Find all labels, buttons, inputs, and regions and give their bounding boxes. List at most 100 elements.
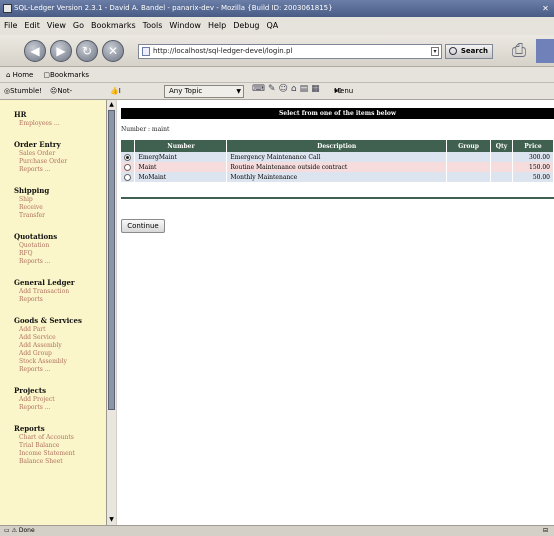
sidebar-section-general-ledger: General Ledger Add Transaction Reports xyxy=(14,278,106,304)
menu-bookmarks[interactable]: Bookmarks xyxy=(91,17,136,35)
topic-dropdown-icon: ▼ xyxy=(236,88,241,95)
topic-select[interactable]: Any Topic ▼ xyxy=(164,85,244,98)
sidebar-scrollbar[interactable]: ▲ ▼ xyxy=(106,100,116,525)
cell-group xyxy=(446,172,491,182)
sidebar-item-quotation-reports[interactable]: Reports ... xyxy=(14,258,106,266)
like-button[interactable]: 👍 I like it! xyxy=(110,83,131,129)
sidebar-section-title: Goods & Services xyxy=(14,316,82,325)
sidebar-section-title: Shipping xyxy=(14,186,50,195)
stop-icon[interactable]: ✕ xyxy=(102,40,124,62)
sidebar-item-income-statement[interactable]: Income Statement xyxy=(14,450,106,458)
url-dropdown-icon[interactable]: ▾ xyxy=(431,47,439,56)
bookmarks-label: Bookmarks xyxy=(49,71,90,79)
scroll-up-icon[interactable]: ▲ xyxy=(107,100,116,110)
sidebar-item-quotation[interactable]: Quotation xyxy=(14,242,106,250)
cell-price: 300.00 xyxy=(512,152,554,162)
window-close-icon[interactable]: ✕ xyxy=(540,3,551,14)
status-text: Done xyxy=(18,527,35,534)
table-row[interactable]: Maint Routine Maintenance outside contra… xyxy=(121,162,554,172)
row-radio-selected[interactable] xyxy=(124,153,131,161)
stumble-tool-icons[interactable]: ⌨✎☺⌂▤▦ xyxy=(252,83,323,96)
sidebar-item-employees[interactable]: Employees ... xyxy=(14,120,106,128)
status-icons: ▭ ⚠ xyxy=(4,527,19,534)
menu-tools[interactable]: Tools xyxy=(143,17,163,35)
forward-icon[interactable]: ▶ xyxy=(50,40,72,62)
sidebar-item-rfq[interactable]: RFQ xyxy=(14,250,106,258)
stumble-button[interactable]: ◎ Stumble! xyxy=(4,83,42,100)
menu-debug[interactable]: Debug xyxy=(233,17,259,35)
sidebar-item-chart-of-accounts[interactable]: Chart of Accounts xyxy=(14,434,106,442)
sidebar-item-stock-assembly[interactable]: Stock Assembly xyxy=(14,358,106,366)
sidebar-item-purchase-order[interactable]: Purchase Order xyxy=(14,158,106,166)
url-bar[interactable]: http://localhost/sql-ledger-devel/login.… xyxy=(138,44,442,59)
sidebar-section-title: Projects xyxy=(14,386,47,395)
row-radio[interactable] xyxy=(124,173,131,181)
home-bookmark[interactable]: ⌂ Home xyxy=(6,67,33,82)
page-icon xyxy=(142,47,150,56)
row-radio-cell[interactable] xyxy=(121,162,136,172)
sidebar-item-order-reports[interactable]: Reports ... xyxy=(14,166,106,174)
sidebar-item-ship[interactable]: Ship xyxy=(14,196,106,204)
sidebar-item-add-assembly[interactable]: Add Assembly xyxy=(14,342,106,350)
sidebar-item-add-service[interactable]: Add Service xyxy=(14,334,106,342)
sidebar-section-reports: Reports Chart of Accounts Trial Balance … xyxy=(14,424,106,466)
bookmarks-toolbar: ⌂ Home ▢Bookmarks xyxy=(0,67,554,83)
sidebar-section-title: Order Entry xyxy=(14,140,61,149)
cell-group xyxy=(446,152,491,162)
sidebar-item-sales-order[interactable]: Sales Order xyxy=(14,150,106,158)
reload-icon[interactable]: ↻ xyxy=(76,40,98,62)
menu-window[interactable]: Window xyxy=(169,17,201,35)
column-header-group: Group xyxy=(446,140,491,152)
menu-count: 0 xyxy=(337,87,342,95)
table-header-row: Number Description Group Qty Price xyxy=(121,140,554,152)
sidebar-section-title: Reports xyxy=(14,424,45,433)
window-menu-icon[interactable] xyxy=(3,4,12,13)
sidebar-item-add-part[interactable]: Add Part xyxy=(14,326,106,334)
table-row[interactable]: EmergMaint Emergency Maintenance Call 30… xyxy=(121,152,554,162)
sidebar-item-gl-reports[interactable]: Reports xyxy=(14,296,106,304)
table-row[interactable]: MoMaint Monthly Maintenance 50.00 xyxy=(121,172,554,182)
sidebar-item-add-project[interactable]: Add Project xyxy=(14,396,106,404)
back-icon[interactable]: ◀ xyxy=(24,40,46,62)
sidebar-item-add-group[interactable]: Add Group xyxy=(14,350,106,358)
row-radio-cell[interactable] xyxy=(121,152,136,162)
sidebar-section-order-entry: Order Entry Sales Order Purchase Order R… xyxy=(14,140,106,174)
menu-button[interactable]: Menu ▾ 0 xyxy=(334,83,353,100)
sidebar-item-goods-reports[interactable]: Reports ... xyxy=(14,366,106,374)
page-heading: Select from one of the items below xyxy=(121,108,554,119)
sidebar-item-project-reports[interactable]: Reports ... xyxy=(14,404,106,412)
cell-price: 150.00 xyxy=(512,162,554,172)
menu-edit[interactable]: Edit xyxy=(24,17,40,35)
sidebar-section-shipping: Shipping Ship Receive Transfer xyxy=(14,186,106,220)
menu-qa[interactable]: QA xyxy=(267,17,279,35)
row-radio-cell[interactable] xyxy=(121,172,136,182)
not-for-me-button[interactable]: ☹ Not-for-me xyxy=(50,83,72,129)
throbber-icon xyxy=(536,39,554,63)
search-icon xyxy=(449,47,457,55)
print-icon[interactable]: ⎙ xyxy=(506,39,532,63)
menu-help[interactable]: Help xyxy=(208,17,226,35)
menu-file[interactable]: File xyxy=(4,17,17,35)
stumbleupon-toolbar: ◎ Stumble! ☹ Not-for-me 👍 I like it! Any… xyxy=(0,83,554,129)
sidebar-item-trial-balance[interactable]: Trial Balance xyxy=(14,442,106,450)
sidebar-item-add-transaction[interactable]: Add Transaction xyxy=(14,288,106,296)
scrollbar-thumb[interactable] xyxy=(108,110,115,410)
scroll-down-icon[interactable]: ▼ xyxy=(107,515,116,525)
menu-go[interactable]: Go xyxy=(73,17,84,35)
status-security-icon: ⊟ xyxy=(542,527,548,534)
sidebar-item-receive[interactable]: Receive xyxy=(14,204,106,212)
cell-price: 50.00 xyxy=(512,172,554,182)
cell-description: Emergency Maintenance Call xyxy=(226,152,448,162)
menu-view[interactable]: View xyxy=(47,17,66,35)
continue-button[interactable]: Continue xyxy=(121,219,165,233)
sidebar-item-transfer[interactable]: Transfer xyxy=(14,212,106,220)
column-header-qty: Qty xyxy=(490,140,513,152)
sidebar-item-balance-sheet[interactable]: Balance Sheet xyxy=(14,458,106,466)
row-radio[interactable] xyxy=(124,163,131,171)
sidebar-section-title: Quotations xyxy=(14,232,58,241)
bookmarks-bookmark[interactable]: ▢Bookmarks xyxy=(43,67,89,82)
search-button[interactable]: Search xyxy=(445,44,493,59)
main-content: Select from one of the items below Numbe… xyxy=(117,100,554,525)
menubar: File Edit View Go Bookmarks Tools Window… xyxy=(0,17,554,35)
cell-qty xyxy=(490,152,513,162)
